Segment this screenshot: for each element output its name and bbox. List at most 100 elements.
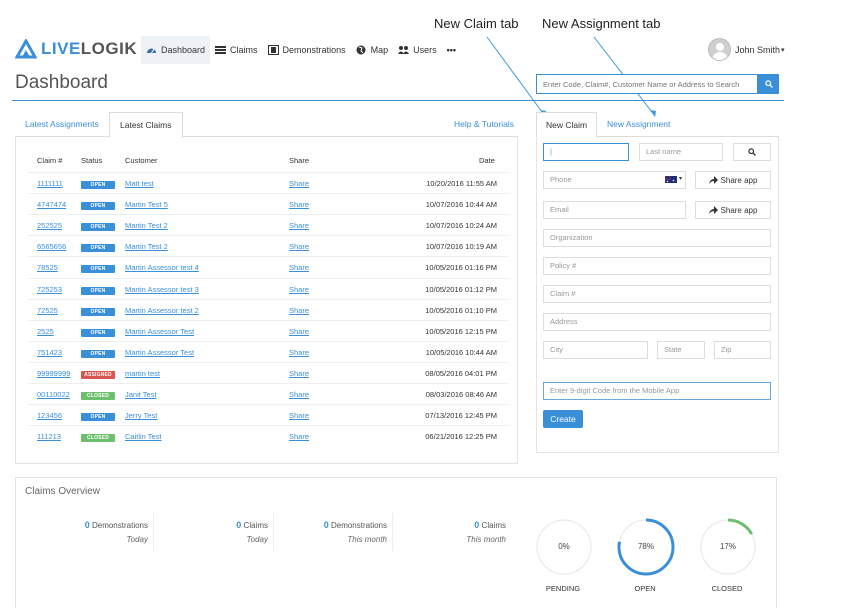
country-flag-dropdown[interactable]: ▾ — [665, 176, 685, 184]
share-link[interactable]: Share — [289, 327, 309, 336]
claim-date: 10/05/2016 01:10 PM — [425, 305, 497, 315]
share-link[interactable]: Share — [289, 390, 309, 399]
claim-number-link[interactable]: 111213 — [37, 432, 61, 441]
table-row: 2525 OPEN Martin Assessor Test Share 10/05/2… — [28, 319, 509, 341]
claim-number-link[interactable]: 1111111 — [37, 179, 63, 188]
share-link[interactable]: Share — [289, 411, 309, 420]
nav-item-demonstrations[interactable]: Demonstrations — [263, 36, 351, 64]
column-header-date: Date — [479, 156, 495, 165]
stat-period: Today — [126, 535, 149, 544]
share-link[interactable]: Share — [289, 369, 309, 378]
nav-item-claims[interactable]: Claims — [210, 36, 263, 64]
claim-number-link[interactable]: 6565656 — [37, 242, 66, 251]
customer-link[interactable]: Martin Assessor test 4 — [125, 263, 199, 272]
table-row: 4747474 OPEN Martin Test 5 Share 10/07/2016 … — [28, 193, 509, 214]
search-button[interactable] — [758, 74, 779, 94]
stat-label: Claims — [481, 521, 506, 530]
share-link[interactable]: Share — [289, 200, 309, 209]
email-field[interactable]: Email — [543, 201, 686, 219]
create-button[interactable]: Create — [543, 410, 583, 428]
customer-link[interactable]: Martin Assessor test 3 — [125, 285, 199, 294]
share-app-phone-button[interactable]: Share app — [695, 171, 771, 189]
claim-date: 07/13/2016 12:45 PM — [425, 411, 497, 421]
customer-link[interactable]: Jerry Test — [125, 411, 157, 420]
share-link[interactable]: Share — [289, 263, 309, 272]
customer-link[interactable]: Martin Assessor Test — [125, 327, 194, 336]
claim-number-link[interactable]: 78525 — [37, 263, 58, 272]
customer-link[interactable]: Martin Test 2 — [125, 242, 168, 251]
livelogik-logo[interactable]: LIVELOGIK — [15, 38, 137, 60]
share-app-email-button[interactable]: Share app — [695, 201, 771, 219]
status-badge-cell: OPEN — [81, 285, 115, 295]
logo-text-live: LIVE — [41, 39, 81, 58]
mobile-code-field[interactable]: Enter 9-digit Code from the Mobile App — [543, 382, 771, 400]
users-icon — [398, 46, 410, 54]
tab-new-claim[interactable]: New Claim — [536, 112, 598, 138]
help-tutorials-link[interactable]: Help & Tutorials — [454, 112, 514, 137]
status-badge-cell: OPEN — [81, 221, 115, 232]
share-link[interactable]: Share — [289, 432, 309, 441]
nav-label-dashboard: Dashboard — [161, 45, 206, 55]
customer-link[interactable]: Janit Test — [125, 390, 157, 399]
phone-field[interactable]: Phone ▾ — [543, 171, 686, 189]
table-row: 123456 OPEN Jerry Test Share 07/13/2016 12:4… — [28, 404, 509, 425]
claim-number-link[interactable]: 2525 — [37, 327, 54, 336]
tab-latest-assignments[interactable]: Latest Assignments — [15, 112, 109, 137]
status-badge-cell: CLOSED — [81, 390, 115, 400]
claim-date: 08/03/2016 08:46 AM — [425, 390, 497, 399]
customer-link[interactable]: Martin Assessor test 2 — [125, 306, 199, 315]
customer-link[interactable]: Martin Test 2 — [125, 221, 168, 230]
claim-number-link[interactable]: 123456 — [37, 411, 62, 420]
customer-link[interactable]: Caitlin Test — [125, 432, 162, 441]
customer-link[interactable]: Matt test — [125, 179, 154, 188]
gauge-percent: 17% — [719, 542, 736, 551]
nav-item-dashboard[interactable]: Dashboard — [141, 36, 211, 64]
column-header-share: Share — [289, 156, 310, 165]
claim-number-link[interactable]: 725253 — [37, 285, 62, 294]
share-link[interactable]: Share — [289, 179, 309, 188]
nav-item-map[interactable]: Map — [351, 36, 394, 64]
claim-number-link[interactable]: 4747474 — [37, 200, 66, 209]
customer-link[interactable]: Martin Assessor Test — [125, 348, 194, 357]
annotation-new-assignment-tab: New Assignment tab — [542, 16, 661, 31]
claim-number-link[interactable]: 99999999 — [37, 369, 70, 378]
gauge-label-closed: CLOSED — [711, 584, 743, 593]
policy-field[interactable]: Policy # — [543, 257, 771, 275]
first-name-field[interactable]: | — [543, 143, 629, 161]
share-app-label: Share app — [720, 175, 758, 185]
status-badge: OPEN — [81, 265, 115, 274]
share-link[interactable]: Share — [289, 306, 309, 315]
tab-new-assignment[interactable]: New Assignment — [598, 112, 679, 138]
customer-link[interactable]: martin test — [125, 369, 160, 378]
stat-claims-today: 0 Claims Today — [236, 520, 268, 544]
claim-number-link[interactable]: 751423 — [37, 348, 62, 357]
table-row: 751423 OPEN Martin Assessor Test Share 10/05… — [28, 340, 509, 362]
share-link[interactable]: Share — [289, 242, 309, 251]
customer-link[interactable]: Martin Test 5 — [125, 200, 168, 209]
claim-number-link[interactable]: 00110022 — [37, 390, 70, 399]
gauge-label-open: OPEN — [634, 584, 656, 593]
share-link[interactable]: Share — [289, 221, 309, 230]
zip-field[interactable]: Zip — [714, 341, 771, 359]
status-badge: ASSIGNED — [81, 370, 115, 379]
user-menu[interactable]: John Smith ▾ — [708, 38, 785, 61]
nav-label-demonstrations: Demonstrations — [282, 45, 346, 55]
claim-date: 10/05/2016 10:44 AM — [425, 347, 497, 357]
claim-number-link[interactable]: 252525 — [37, 221, 62, 230]
nav-more-button[interactable]: ••• — [442, 36, 461, 64]
share-link[interactable]: Share — [289, 285, 309, 294]
city-field[interactable]: City — [543, 341, 648, 359]
lookup-button[interactable] — [733, 143, 771, 161]
last-name-field[interactable]: Last name — [639, 143, 723, 161]
status-badge-cell: ASSIGNED — [81, 369, 115, 379]
address-field[interactable]: Address — [543, 313, 771, 331]
tab-latest-claims[interactable]: Latest Claims — [109, 112, 183, 138]
nav-item-users[interactable]: Users — [393, 36, 442, 64]
claim-number-field[interactable]: Claim # — [543, 285, 771, 303]
search-input[interactable] — [536, 74, 758, 94]
state-field[interactable]: State — [657, 341, 705, 359]
organization-field[interactable]: Organization — [543, 229, 771, 247]
stat-period: This month — [347, 535, 387, 544]
claim-number-link[interactable]: 72525 — [37, 306, 58, 315]
share-link[interactable]: Share — [289, 348, 309, 357]
